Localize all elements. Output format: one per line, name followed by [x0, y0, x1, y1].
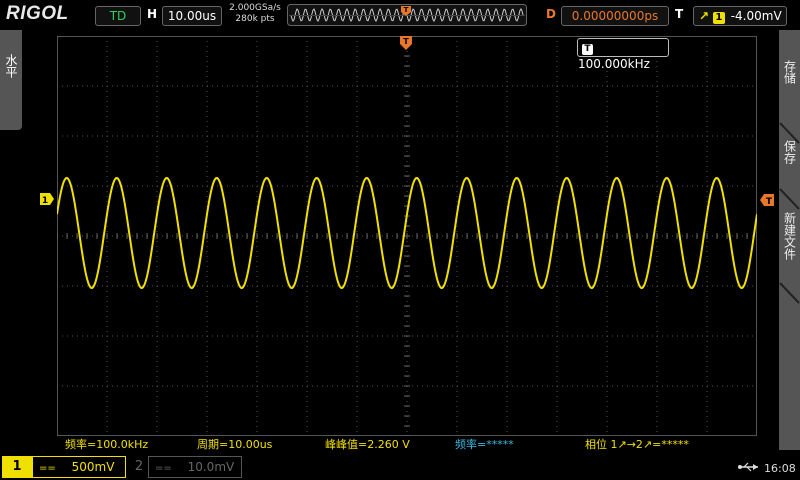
trigger-level-marker[interactable]: T: [760, 191, 774, 207]
trigger-settings[interactable]: ↗ 1 -4.00mV: [693, 6, 787, 26]
menu-item-storage-label: 存储: [782, 60, 797, 84]
trigger-position-marker[interactable]: T: [400, 36, 412, 52]
menu-item-storage[interactable]: 存储: [779, 60, 800, 89]
delay-value[interactable]: 0.00000000ps: [561, 6, 669, 26]
phase-edge-icon: ↗: [642, 438, 653, 451]
menu-item-new-file-label: 新建文件: [782, 212, 797, 260]
measurement-bar: 频率=100.0kHz 周期=10.00us 峰峰值=2.260 V 频率=**…: [57, 436, 779, 452]
ch1-offset-marker[interactable]: 1: [40, 190, 54, 206]
acquisition-info: 2.000GSa/s 280k pts: [226, 3, 284, 25]
measurement-frequency: 频率=100.0kHz: [65, 438, 149, 451]
memory-overview-bar[interactable]: T: [287, 4, 527, 26]
menu-item-save-label: 保存: [782, 140, 797, 164]
svg-text:T: T: [403, 37, 409, 46]
dc-coupling-icon: ==: [39, 463, 56, 474]
svg-text:T: T: [404, 6, 409, 14]
rising-edge-icon: ↗: [699, 9, 710, 23]
ch2-scale-box[interactable]: == 10.0mV: [148, 456, 242, 478]
trigger-level: -4.00mV: [730, 9, 782, 23]
waveform-display[interactable]: [57, 36, 757, 436]
measurement-period: 周期=10.00us: [197, 438, 273, 451]
svg-text:T: T: [766, 197, 773, 206]
counter-icon: T: [582, 44, 593, 55]
brand-logo: RIGOL: [6, 3, 69, 24]
horizontal-label: H: [147, 7, 158, 21]
delay-label: D: [546, 7, 556, 21]
graticule: [57, 36, 757, 436]
sample-rate: 2.000GSa/s: [229, 3, 281, 13]
phase-value: =*****: [652, 438, 689, 451]
phase-edge-icon: ↗: [617, 438, 627, 451]
ch1-scale-value: 500mV: [71, 460, 115, 474]
top-status-bar: RIGOL TD H 10.00us 2.000GSa/s 280k pts T…: [0, 0, 800, 30]
usb-icon: [738, 462, 758, 472]
frequency-counter-value: 100.000kHz: [578, 57, 650, 71]
measurement-ch2-frequency: 频率=*****: [455, 438, 514, 451]
channel-status-bar: 1 == 500mV 2 == 10.0mV 16:08: [0, 452, 800, 480]
svg-text:1: 1: [42, 196, 48, 205]
softkey-menu: 存储 保存 新建文件: [779, 30, 800, 450]
ch2-scale-value: 10.0mV: [187, 460, 235, 474]
trigger-label: T: [675, 7, 684, 21]
menu-divider-arrow: [779, 188, 800, 210]
memory-depth: 280k pts: [235, 14, 275, 24]
phase-source-2: →2: [626, 438, 643, 451]
ch2-button[interactable]: 2: [130, 456, 148, 478]
horizontal-menu-tab[interactable]: 水平: [0, 30, 22, 130]
dc-coupling-icon: ==: [155, 463, 172, 474]
timebase-value[interactable]: 10.00us: [162, 6, 222, 26]
trigger-source-badge: 1: [712, 12, 725, 24]
clock: 16:08: [764, 462, 796, 475]
phase-source-1: 相位 1: [585, 438, 618, 451]
menu-item-save[interactable]: 保存: [779, 140, 800, 169]
frequency-counter[interactable]: T 100.000kHz: [577, 38, 669, 71]
ch1-button[interactable]: 1: [2, 456, 32, 478]
ch1-scale-box[interactable]: == 500mV: [32, 456, 126, 478]
menu-item-new-file[interactable]: 新建文件: [779, 212, 800, 265]
run-state-badge[interactable]: TD: [95, 6, 141, 26]
measurement-phase: 相位 1↗→2↗=*****: [585, 436, 689, 452]
measurement-vpp: 峰峰值=2.260 V: [325, 438, 410, 451]
horizontal-menu-label: 水平: [4, 54, 18, 78]
menu-divider-arrow: [779, 282, 800, 304]
